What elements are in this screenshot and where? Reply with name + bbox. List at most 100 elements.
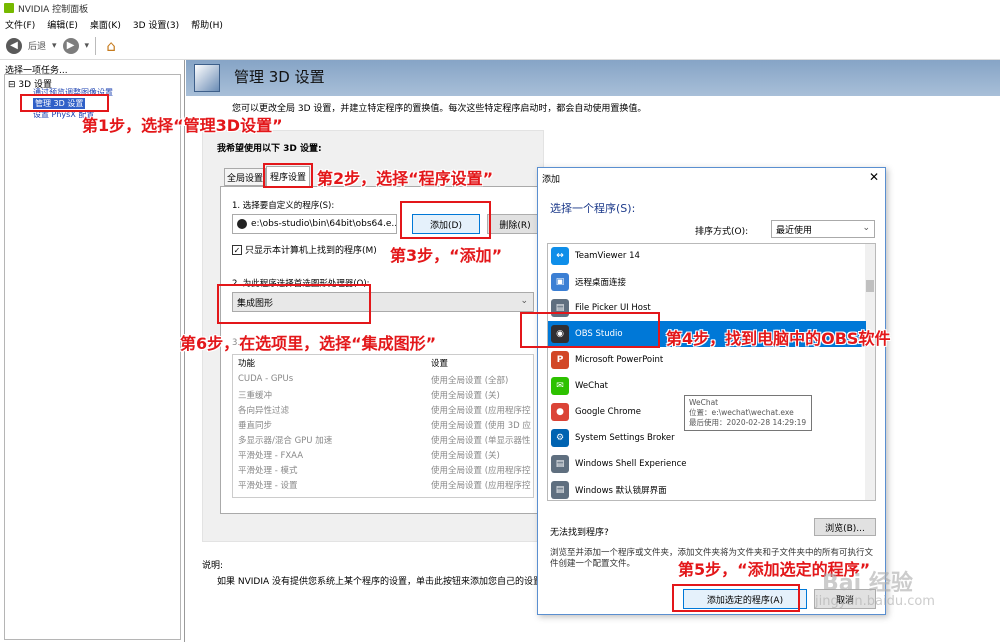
feature-setting: 使用全局设置 (关) (431, 451, 500, 461)
feature-name: CUDA - GPUs (238, 374, 294, 384)
toolbar: ◀ 后退 ▾ ▶ ▾ ⌂ (0, 32, 1000, 60)
forward-dropdown-icon[interactable]: ▾ (85, 41, 90, 51)
program-name: Microsoft PowerPoint (575, 355, 664, 365)
gear-icon: ⚙ (551, 429, 569, 447)
only-show-checkbox[interactable]: ✓ 只显示本计算机上找到的程序(M) (232, 243, 377, 256)
tooltip-name: WeChat (689, 398, 719, 407)
nvidia-logo-icon (4, 3, 14, 13)
program-name: Windows 默认锁屏界面 (575, 486, 667, 496)
menu-bar: 文件(F) 编辑(E) 桌面(K) 3D 设置(3) 帮助(H) (0, 16, 1000, 32)
dialog-title-bar: 添加 ✕ (538, 168, 885, 188)
annotation-box-step4 (520, 312, 660, 348)
feature-row[interactable]: 各向异性过滤 使用全局设置 (应用程序控 (238, 404, 531, 419)
only-show-label: 只显示本计算机上找到的程序(M) (245, 246, 377, 256)
sort-select[interactable]: 最近使用 ⌄ (771, 220, 875, 238)
menu-desktop[interactable]: 桌面(K) (90, 18, 121, 31)
sort-select-value: 最近使用 (776, 225, 813, 236)
annotation-step6: 第6步，在选项里，选择“集成图形” (180, 334, 437, 353)
feature-row[interactable]: 平滑处理 - 模式 使用全局设置 (应用程序控 (238, 464, 531, 479)
window-title: NVIDIA 控制面板 (18, 4, 89, 15)
back-button-label[interactable]: 后退 (28, 39, 46, 52)
tree-expand-icon[interactable]: ⊟ (8, 80, 16, 90)
wechat-tooltip: WeChat 位置：e:\wechat\wechat.exe 最后使用：2020… (684, 395, 812, 431)
step1-label: 1. 选择要自定义的程序(S): (232, 201, 335, 211)
menu-3d-settings[interactable]: 3D 设置(3) (133, 18, 179, 31)
program-list-item[interactable]: ↔ TeamViewer 14 (548, 244, 866, 269)
feature-row[interactable]: 三重缓冲 使用全局设置 (关) (238, 389, 500, 404)
feature-table-header: 功能 设置 (238, 357, 448, 372)
program-name: Google Chrome (575, 407, 642, 417)
setting-column-header: 设置 (431, 359, 449, 369)
cant-find-label: 无法找到程序? (550, 528, 609, 538)
program-app-icon (237, 219, 247, 229)
menu-help[interactable]: 帮助(H) (191, 18, 223, 31)
annotation-box-step5 (672, 584, 800, 612)
annotation-box-step6 (217, 284, 371, 324)
program-name: 远程桌面连接 (575, 278, 627, 288)
feature-row[interactable]: 平滑处理 - FXAA 使用全局设置 (关) (238, 449, 500, 464)
feature-row[interactable]: 平滑处理 - 设置 使用全局设置 (应用程序控 (238, 479, 531, 494)
tooltip-last-used: 最后使用：2020-02-28 14:29:19 (689, 418, 807, 427)
teamviewer-icon: ↔ (551, 247, 569, 265)
feature-setting: 使用全局设置 (应用程序控 (431, 466, 531, 476)
close-icon[interactable]: ✕ (869, 170, 879, 184)
program-list-item[interactable]: ▤ Windows Shell Experience (548, 451, 866, 477)
feature-row[interactable]: 垂直同步 使用全局设置 (使用 3D 应 (238, 419, 531, 434)
annotation-step4: 第4步，找到电脑中的OBS软件 (666, 329, 891, 348)
program-name: WeChat (575, 381, 608, 391)
scrollbar-thumb[interactable] (866, 280, 874, 292)
note-label: 说明: (202, 561, 224, 571)
feature-setting: 使用全局设置 (应用程序控 (431, 406, 531, 416)
back-dropdown-icon[interactable]: ▾ (52, 41, 57, 51)
feature-row[interactable]: CUDA - GPUs 使用全局设置 (全部) (238, 374, 508, 389)
program-name: TeamViewer 14 (575, 251, 640, 261)
tab-global-settings[interactable]: 全局设置 (224, 168, 266, 186)
dialog-title: 添加 (542, 174, 561, 185)
program-list-item[interactable]: ▣ 远程桌面连接 (548, 269, 866, 295)
chrome-icon: ● (551, 403, 569, 421)
task-tree (4, 74, 181, 640)
page-description: 您可以更改全局 3D 设置，并建立特定程序的置换值。每次这些特定程序启动时，都会… (232, 104, 647, 114)
back-arrow-icon[interactable]: ◀ (6, 37, 22, 54)
feature-row[interactable]: 多显示器/混合 GPU 加速 使用全局设置 (单显示器性 (238, 434, 531, 449)
checkmark-icon[interactable]: ✓ (232, 244, 242, 255)
browse-button[interactable]: 浏览(B)... (814, 518, 876, 536)
home-icon[interactable]: ⌂ (102, 37, 120, 55)
window-icon: ▤ (551, 481, 569, 499)
window-icon: ▤ (551, 455, 569, 473)
feature-setting: 使用全局设置 (全部) (431, 376, 509, 386)
page-header: 管理 3D 设置 (186, 60, 1000, 96)
program-name: Windows Shell Experience (575, 459, 687, 469)
annotation-box-step1 (20, 94, 109, 112)
feature-name: 平滑处理 - 设置 (238, 481, 298, 491)
title-bar: NVIDIA 控制面板 (0, 0, 1000, 16)
add-program-dialog: 添加 ✕ 选择一个程序(S): 排序方式(O): 最近使用 ⌄ ↔ TeamVie… (537, 167, 886, 615)
toolbar-divider (95, 36, 97, 55)
program-list-item[interactable]: ▤ Windows 默认锁屏界面 (548, 477, 866, 500)
program-list-item[interactable]: P Microsoft PowerPoint (548, 347, 866, 373)
feature-name: 平滑处理 - FXAA (238, 451, 304, 461)
forward-arrow-icon[interactable]: ▶ (62, 37, 79, 54)
feature-name: 平滑处理 - 模式 (238, 466, 298, 476)
remove-program-button[interactable]: 删除(R) (487, 214, 543, 234)
chevron-down-icon[interactable]: ⌄ (520, 296, 528, 306)
annotation-box-step2 (263, 163, 313, 188)
sort-label: 排序方式(O): (695, 227, 749, 237)
wechat-icon: ✉ (551, 377, 569, 395)
tooltip-location: 位置：e:\wechat\wechat.exe (689, 408, 794, 417)
watermark-logo: Bai 经验 (822, 571, 913, 596)
feature-table: 功能 设置 CUDA - GPUs 使用全局设置 (全部) 三重缓冲 使用全局设置 (… (232, 354, 534, 498)
task-panel: 选择一项任务... ⊟ 3D 设置 通过预览调整图像设置 管理 3D 设置 设置… (0, 60, 185, 642)
feature-setting: 使用全局设置 (使用 3D 应 (431, 421, 531, 431)
remote-desktop-icon: ▣ (551, 273, 569, 291)
feature-name: 三重缓冲 (238, 391, 273, 401)
chevron-down-icon[interactable]: ⌄ (862, 223, 870, 233)
menu-file[interactable]: 文件(F) (5, 18, 35, 31)
annotation-box-step3 (400, 201, 491, 239)
annotation-step1: 第1步，选择“管理3D设置” (82, 116, 283, 135)
3d-settings-icon (194, 64, 220, 92)
program-list-scrollbar[interactable] (865, 244, 875, 500)
program-select[interactable]: e:\obs-studio\bin\64bit\obs64.e... (232, 214, 397, 234)
menu-edit[interactable]: 编辑(E) (47, 18, 78, 31)
annotation-step2: 第2步，选择“程序设置” (317, 169, 494, 188)
